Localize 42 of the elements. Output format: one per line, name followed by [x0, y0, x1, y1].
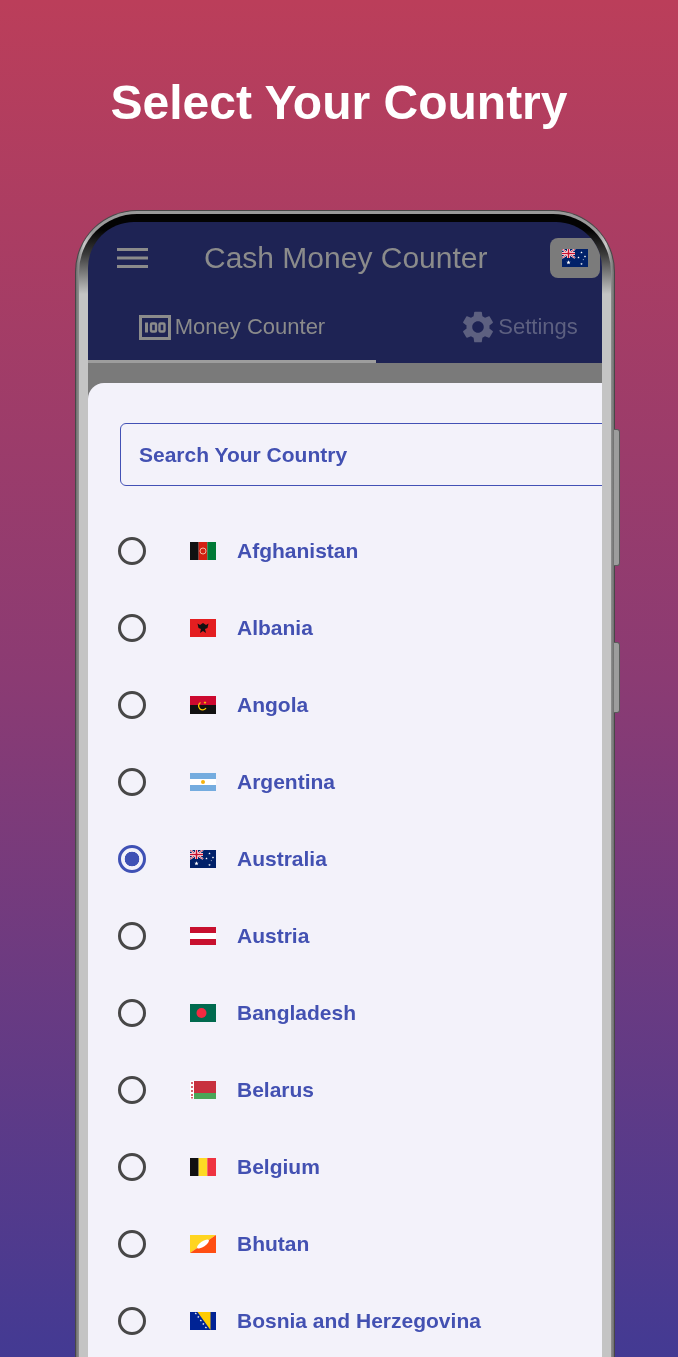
flag-icon — [190, 849, 216, 868]
search-field[interactable]: Search Your Country — [120, 423, 602, 486]
flag-icon — [190, 1234, 216, 1253]
radio-button[interactable] — [118, 1306, 146, 1335]
country-name: Bosnia and Herzegovina — [237, 1308, 481, 1333]
flag-button[interactable] — [550, 238, 600, 278]
banknote-icon — [138, 314, 171, 340]
country-name: Bangladesh — [237, 1000, 357, 1025]
radio-button[interactable] — [118, 690, 146, 719]
radio-button[interactable] — [118, 536, 146, 565]
country-name: Belgium — [237, 1154, 320, 1179]
country-name: Afghanistan — [237, 538, 359, 563]
country-name: Australia — [237, 846, 327, 871]
country-name: Angola — [237, 692, 309, 717]
flag-icon — [190, 541, 216, 560]
radio-button[interactable] — [118, 921, 146, 950]
flag-icon — [190, 1080, 216, 1099]
headline: Select Your Country — [110, 75, 568, 131]
settings-icon — [462, 311, 495, 343]
country-name: Albania — [237, 615, 313, 640]
app-title: Cash Money Counter — [204, 241, 488, 275]
country-name: Bhutan — [237, 1231, 310, 1256]
flag-icon — [190, 1157, 216, 1176]
radio-button[interactable] — [118, 1229, 146, 1258]
radio-button[interactable] — [118, 1152, 146, 1181]
flag-icon — [190, 695, 216, 714]
flag-icon — [190, 926, 216, 945]
flag-icon — [190, 1311, 216, 1330]
flag-icon — [190, 772, 216, 791]
radio-button[interactable] — [118, 998, 146, 1027]
flag-icon — [562, 249, 588, 267]
radio-button[interactable] — [118, 844, 146, 873]
radio-button[interactable] — [118, 767, 146, 796]
country-name: Belarus — [237, 1077, 315, 1102]
country-name: Austria — [237, 923, 310, 948]
flag-icon — [190, 618, 216, 637]
radio-button[interactable] — [118, 613, 146, 642]
radio-button[interactable] — [118, 1075, 146, 1104]
menu-icon[interactable] — [117, 248, 148, 268]
country-name: Argentina — [237, 769, 335, 794]
flag-icon — [190, 1003, 216, 1022]
tab[interactable]: Settings — [376, 294, 602, 363]
